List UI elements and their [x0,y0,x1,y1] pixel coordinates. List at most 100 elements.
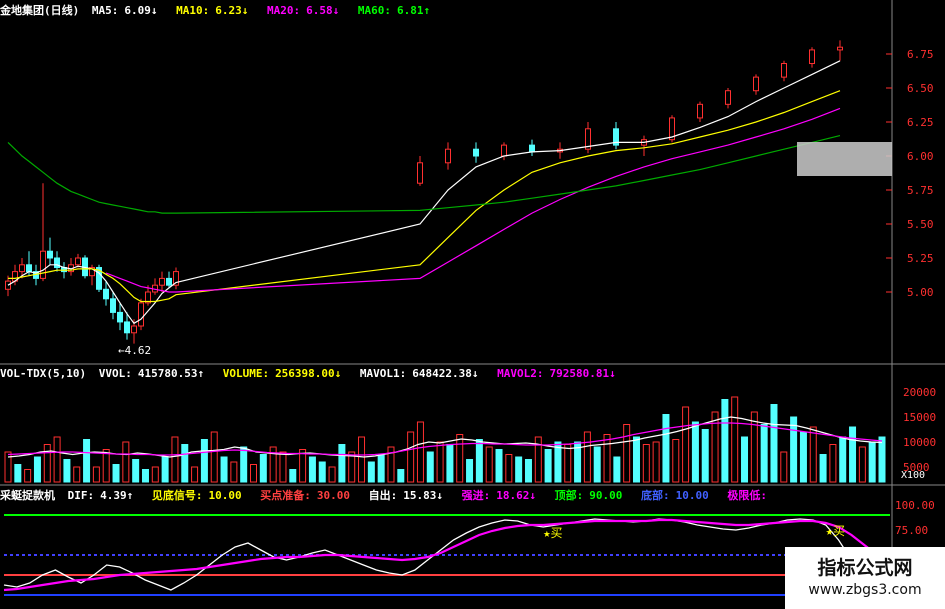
volume-bar [24,469,32,483]
candle-body [47,250,53,259]
volume-bar [279,451,287,483]
ma20-readout: MA20: 6.58↓ [267,4,340,17]
price-tick-label: 6.00 [907,150,934,163]
candle-body [529,144,535,153]
candle-body [40,250,46,279]
volume-bar [63,459,71,483]
ma-line-ma20 [105,107,841,293]
volume-bar [181,444,189,483]
volume-bar [829,444,837,483]
volume-bar [741,436,749,483]
volume-bar [141,469,149,483]
volume-bar [662,414,670,483]
indicator-title: 采蜓捉款机 [0,489,55,502]
volume-bar [701,429,709,483]
volume-tick-label: 15000 [903,411,936,424]
bottom-readout: 底部: 10.00 [641,489,709,502]
volume-bar [367,461,375,483]
exit-readout: 自出: 15.83↓ [368,489,443,502]
volume-bar [161,456,169,483]
volume-bar [642,444,650,483]
volume-bar [230,461,238,483]
volume-bar [731,396,739,483]
volume-bar [73,466,81,483]
candle-body [417,162,423,184]
indicator-tick-label: 75.00 [895,524,928,537]
candle-body [110,298,116,313]
highlight-box [797,142,892,176]
volume-bar [436,441,444,483]
volume-bar [849,426,857,483]
volume-bar [92,466,100,483]
indicator-tick-label: 100.00 [895,499,935,512]
indicator-header: 采蜓捉款机 DIF: 4.39↑ 见底信号: 10.00 买点准备: 30.00 自出… [0,487,785,503]
volume-bar [819,454,827,483]
watermark-url: www.zbgs3.com [808,582,922,598]
volume-bar [564,444,572,483]
volume-bar [328,466,336,483]
buy-signal-label: ★买 [543,526,562,540]
volume-bar [259,454,267,483]
volume-bar [318,461,326,483]
volume-bar [407,431,415,483]
volume-bar [299,449,307,483]
buy-signal-label: ★买 [826,524,845,538]
volume-bar [544,449,552,483]
volume-bar [416,421,424,483]
price-tick-label: 6.75 [907,48,934,61]
candle-body [117,311,123,323]
volume-bar [691,421,699,483]
volume-tick-label: 10000 [903,436,936,449]
volume-bar [240,446,248,483]
volume-bar [112,464,120,483]
volume-bar [682,406,690,483]
candle-body [809,49,815,65]
price-tick-label: 5.50 [907,218,934,231]
ma10-readout: MA10: 6.23↓ [176,4,249,17]
volume-bar [672,439,680,483]
volume-bar [289,469,297,483]
volume-title: VOL-TDX(5,10) [0,367,87,380]
extreme-low-readout: 极限低: [727,489,767,502]
stock-chart[interactable]: 5.005.255.505.756.006.256.506.75←4.62500… [0,0,945,609]
price-tick-label: 6.50 [907,82,934,95]
volume-unit: X100 [901,470,925,481]
volume-bar [14,464,22,483]
volume-bar [613,456,621,483]
volume-bar [583,431,591,483]
volume-bar [338,444,346,483]
candle-body [445,148,451,164]
top-readout: 顶部: 90.00 [554,489,623,502]
volume-header: VOL-TDX(5,10) VVOL: 415780.53↑ VOLUME: 256… [0,367,628,383]
volume-bar [799,431,807,483]
volume-bar [33,456,41,483]
candle-body [473,148,479,157]
candle-body [725,90,731,105]
volume-bar [83,439,91,483]
volume-bar [377,454,385,483]
volume-bar [760,424,768,483]
candle-body [26,264,32,273]
bottom-signal-readout: 见底信号: 10.00 [151,489,242,502]
price-tick-label: 5.25 [907,252,934,265]
volume-bar [515,456,523,483]
vvol-readout: VVOL: 415780.53↑ [98,367,205,380]
volume-bar [858,446,866,483]
candle-body [124,321,130,334]
ma5-readout: MA5: 6.09↓ [91,4,158,17]
volume-bar [790,416,798,483]
candle-body [501,144,507,157]
volume-bar [43,444,51,483]
volume-bar [593,446,601,483]
watermark-title: 指标公式网 [817,557,913,579]
candle-body [837,46,843,51]
volume-bar [770,404,778,483]
volume-bar [868,441,876,483]
candle-body [5,280,11,290]
low-price-label: ←4.62 [118,344,151,357]
volume-bar [780,451,788,483]
stock-title: 金地集团(日线) [0,4,80,17]
volume-bar [397,469,405,483]
volume-bar [151,466,159,483]
volume-bar [603,434,611,483]
